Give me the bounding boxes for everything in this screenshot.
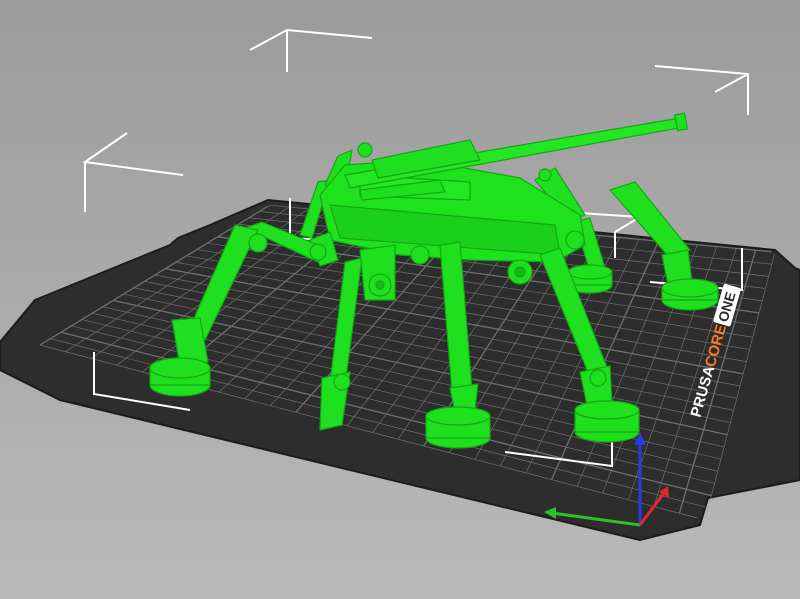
bounding-box-corner-icon [82, 132, 184, 212]
bounding-box-corner-icon [654, 65, 749, 115]
bounding-box-corner-icon [249, 28, 373, 72]
3d-viewport[interactable]: PRUSA CORE ONE [0, 0, 800, 599]
scene-canvas[interactable]: PRUSA CORE ONE [0, 0, 800, 599]
